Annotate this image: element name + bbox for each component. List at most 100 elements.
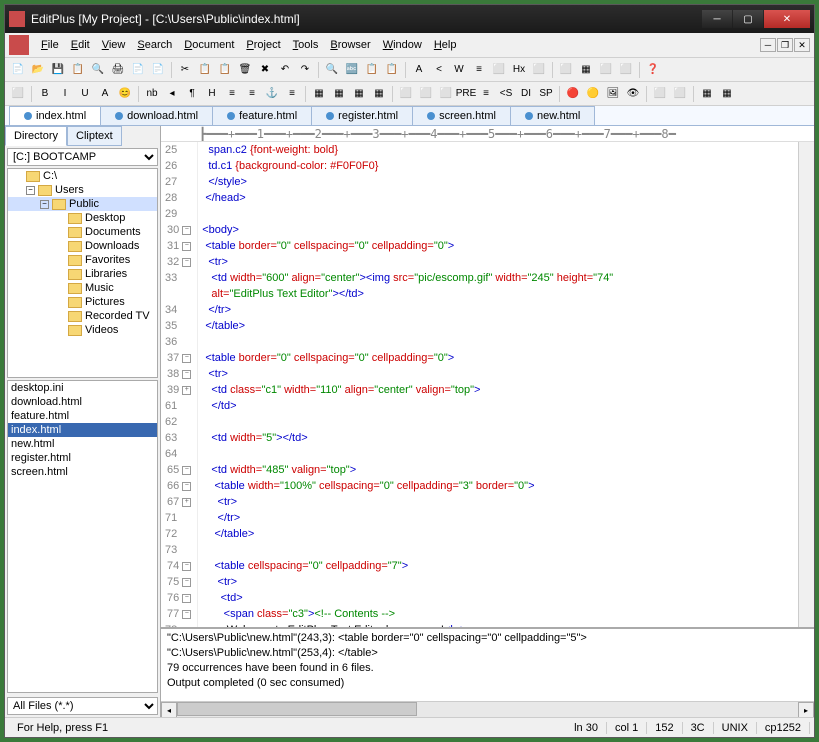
tb2-btn-4[interactable]: U bbox=[76, 85, 94, 103]
tb1-btn-6[interactable]: 📄 bbox=[129, 61, 147, 79]
tb2-btn-29[interactable]: SP bbox=[537, 85, 555, 103]
tree-item[interactable]: Downloads bbox=[8, 239, 157, 253]
tb1-btn-32[interactable]: ⬜ bbox=[597, 61, 615, 79]
fold-icon[interactable]: − bbox=[182, 242, 191, 251]
tb2-btn-19[interactable]: ▦ bbox=[350, 85, 368, 103]
tb1-btn-15[interactable]: ↷ bbox=[296, 61, 314, 79]
tb2-btn-23[interactable]: ⬜ bbox=[417, 85, 435, 103]
tab-screen.html[interactable]: screen.html bbox=[412, 106, 511, 125]
tb2-btn-25[interactable]: PRE bbox=[457, 85, 475, 103]
mdi-restore-button[interactable]: ❐ bbox=[777, 38, 793, 52]
tb2-btn-32[interactable]: 🟡 bbox=[584, 85, 602, 103]
tb1-btn-3[interactable]: 📋 bbox=[69, 61, 87, 79]
tb2-btn-5[interactable]: A bbox=[96, 85, 114, 103]
scroll-right-button[interactable]: ▸ bbox=[798, 702, 814, 717]
tb1-btn-25[interactable]: ≡ bbox=[470, 61, 488, 79]
tb1-btn-20[interactable]: 📋 bbox=[383, 61, 401, 79]
tb1-btn-30[interactable]: ⬜ bbox=[557, 61, 575, 79]
file-item[interactable]: index.html bbox=[8, 423, 157, 437]
menu-document[interactable]: Document bbox=[178, 37, 240, 53]
fold-icon[interactable]: − bbox=[182, 226, 191, 235]
menu-view[interactable]: View bbox=[96, 37, 132, 53]
tb2-btn-3[interactable]: I bbox=[56, 85, 74, 103]
fold-icon[interactable]: − bbox=[182, 578, 191, 587]
tree-item[interactable]: Music bbox=[8, 281, 157, 295]
menu-help[interactable]: Help bbox=[428, 37, 463, 53]
tb1-btn-10[interactable]: 📋 bbox=[196, 61, 214, 79]
file-item[interactable]: download.html bbox=[8, 395, 157, 409]
tab-register.html[interactable]: register.html bbox=[311, 106, 413, 125]
file-item[interactable]: desktop.ini bbox=[8, 381, 157, 395]
tab-index.html[interactable]: index.html bbox=[9, 106, 101, 125]
file-item[interactable]: feature.html bbox=[8, 409, 157, 423]
tb2-btn-18[interactable]: ▦ bbox=[330, 85, 348, 103]
tb1-btn-17[interactable]: 🔍 bbox=[323, 61, 341, 79]
tb2-btn-14[interactable]: ⚓ bbox=[263, 85, 281, 103]
tb2-btn-10[interactable]: ¶ bbox=[183, 85, 201, 103]
tb1-btn-11[interactable]: 📋 bbox=[216, 61, 234, 79]
output-panel[interactable]: "C:\Users\Public\new.html"(243,3): <tabl… bbox=[161, 627, 814, 701]
tb2-btn-26[interactable]: ≡ bbox=[477, 85, 495, 103]
close-button[interactable]: ✕ bbox=[764, 10, 810, 28]
menu-file[interactable]: File bbox=[35, 37, 65, 53]
side-tab-directory[interactable]: Directory bbox=[5, 126, 67, 146]
minimize-button[interactable]: ─ bbox=[702, 10, 732, 28]
maximize-button[interactable]: ▢ bbox=[733, 10, 763, 28]
tb1-btn-9[interactable]: ✂ bbox=[176, 61, 194, 79]
tree-item[interactable]: Videos bbox=[8, 323, 157, 337]
tb2-btn-37[interactable]: ⬜ bbox=[671, 85, 689, 103]
file-item[interactable]: register.html bbox=[8, 451, 157, 465]
side-tab-cliptext[interactable]: Cliptext bbox=[67, 126, 122, 146]
tb1-btn-28[interactable]: ⬜ bbox=[530, 61, 548, 79]
fold-icon[interactable]: − bbox=[182, 370, 191, 379]
tb1-btn-4[interactable]: 🔍 bbox=[89, 61, 107, 79]
fold-icon[interactable]: + bbox=[182, 498, 191, 507]
menu-project[interactable]: Project bbox=[240, 37, 286, 53]
file-item[interactable]: screen.html bbox=[8, 465, 157, 479]
menu-window[interactable]: Window bbox=[377, 37, 428, 53]
menu-edit[interactable]: Edit bbox=[65, 37, 96, 53]
tb2-btn-9[interactable]: ◂ bbox=[163, 85, 181, 103]
tree-item[interactable]: Favorites bbox=[8, 253, 157, 267]
fold-icon[interactable]: − bbox=[182, 482, 191, 491]
tb1-btn-13[interactable]: ✖ bbox=[256, 61, 274, 79]
tb1-btn-22[interactable]: A bbox=[410, 61, 428, 79]
horizontal-scrollbar[interactable]: ◂ ▸ bbox=[161, 701, 814, 717]
file-item[interactable]: new.html bbox=[8, 437, 157, 451]
vertical-scrollbar[interactable] bbox=[798, 142, 814, 627]
tb2-btn-8[interactable]: nb bbox=[143, 85, 161, 103]
tab-download.html[interactable]: download.html bbox=[100, 106, 213, 125]
menu-tools[interactable]: Tools bbox=[287, 37, 325, 53]
tree-item[interactable]: −Users bbox=[8, 183, 157, 197]
fold-icon[interactable]: − bbox=[182, 258, 191, 267]
tb1-btn-7[interactable]: 📄 bbox=[149, 61, 167, 79]
tb2-btn-33[interactable]: 🖼 bbox=[604, 85, 622, 103]
tb1-btn-18[interactable]: 🔤 bbox=[343, 61, 361, 79]
tb1-btn-5[interactable]: 🖨 bbox=[109, 61, 127, 79]
tb2-btn-39[interactable]: ▦ bbox=[698, 85, 716, 103]
tb1-btn-26[interactable]: ⬜ bbox=[490, 61, 508, 79]
tb1-btn-1[interactable]: 📂 bbox=[29, 61, 47, 79]
menu-browser[interactable]: Browser bbox=[324, 37, 376, 53]
tb2-btn-13[interactable]: ≡ bbox=[243, 85, 261, 103]
code-view[interactable]: span.c2 {font-weight: bold} td.c1 {backg… bbox=[198, 142, 798, 627]
menu-search[interactable]: Search bbox=[131, 37, 178, 53]
tree-item[interactable]: −Public bbox=[8, 197, 157, 211]
mdi-minimize-button[interactable]: ─ bbox=[760, 38, 776, 52]
tb1-btn-23[interactable]: < bbox=[430, 61, 448, 79]
tree-item[interactable]: Pictures bbox=[8, 295, 157, 309]
tb2-btn-28[interactable]: DI bbox=[517, 85, 535, 103]
tree-item[interactable]: C:\ bbox=[8, 169, 157, 183]
tb1-btn-14[interactable]: ↶ bbox=[276, 61, 294, 79]
tb2-btn-34[interactable]: 👁 bbox=[624, 85, 642, 103]
tree-item[interactable]: Documents bbox=[8, 225, 157, 239]
fold-icon[interactable]: + bbox=[182, 386, 191, 395]
tb1-btn-0[interactable]: 📄 bbox=[9, 61, 27, 79]
tb1-btn-2[interactable]: 💾 bbox=[49, 61, 67, 79]
tb2-btn-36[interactable]: ⬜ bbox=[651, 85, 669, 103]
tb2-btn-15[interactable]: ≡ bbox=[283, 85, 301, 103]
tree-item[interactable]: Recorded TV bbox=[8, 309, 157, 323]
mdi-close-button[interactable]: ✕ bbox=[794, 38, 810, 52]
tb2-btn-11[interactable]: H bbox=[203, 85, 221, 103]
tb2-btn-0[interactable]: ⬜ bbox=[9, 85, 27, 103]
